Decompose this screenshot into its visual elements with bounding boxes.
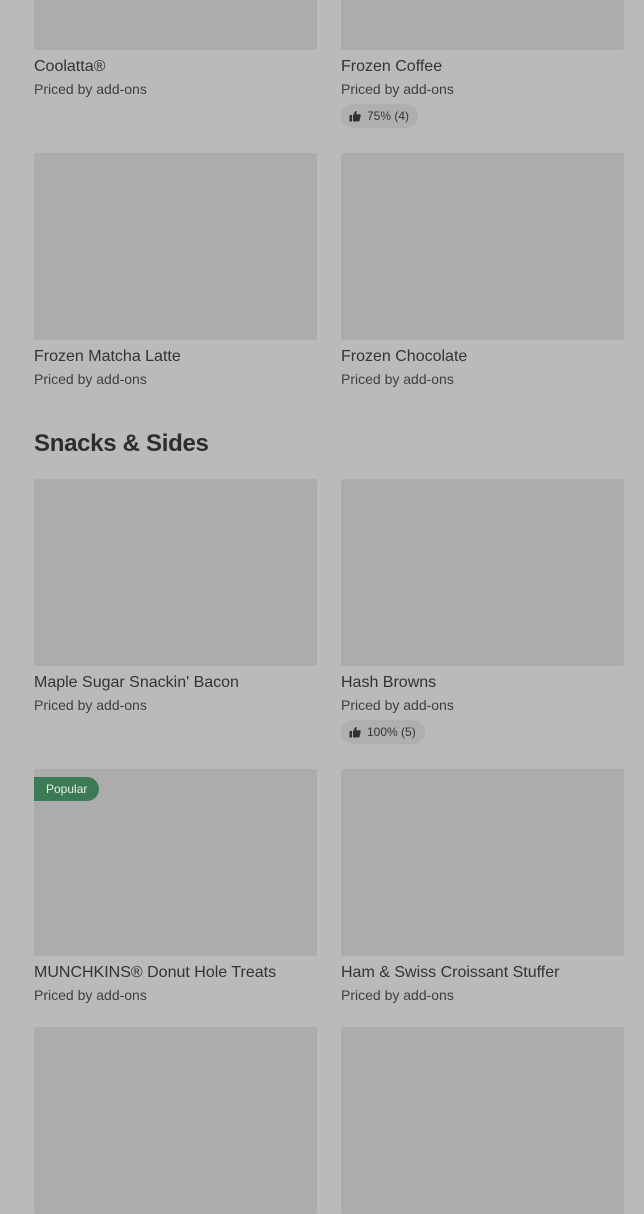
thumbs-up-icon [349,110,361,122]
item-image[interactable]: Popular [34,769,317,956]
popular-badge: Popular [34,777,100,801]
menu-item-card[interactable] [34,1027,317,1214]
menu-item-card[interactable]: Maple Sugar Snackin' Bacon Priced by add… [34,479,317,744]
menu-item-card[interactable]: Hash Browns Priced by add-ons 100% (5) [341,479,624,744]
item-name: Frozen Coffee [341,58,443,75]
thumbs-up-icon [349,726,361,738]
item-price: Priced by add-ons [341,81,454,97]
menu-grid-snacks: Maple Sugar Snackin' Bacon Priced by add… [34,479,624,1214]
item-price: Priced by add-ons [34,697,147,713]
item-image[interactable] [34,479,317,666]
section-title: Snacks & Sides [34,430,209,457]
item-name: Hash Browns [341,674,437,691]
rating-text: 100% (5) [367,725,416,739]
menu-item-card[interactable]: Popular MUNCHKINS® Donut Hole Treats Pri… [34,769,317,1004]
item-name: Maple Sugar Snackin' Bacon [34,674,239,691]
item-price: Priced by add-ons [341,697,454,713]
rating-text: 75% (4) [367,109,410,123]
item-image[interactable] [341,153,624,340]
menu-item-card[interactable]: Ham & Swiss Croissant Stuffer Priced by … [341,769,624,1004]
menu-item-card[interactable] [341,1027,624,1214]
menu-item-card[interactable]: Frozen Coffee Priced by add-ons 75% (4) [341,0,624,128]
item-image[interactable] [34,1027,317,1214]
menu-item-card[interactable]: Frozen Chocolate Priced by add-ons [341,153,624,388]
item-image[interactable] [341,0,624,50]
item-image[interactable] [34,153,317,340]
menu-item-card[interactable]: Coolatta® Priced by add-ons [34,0,317,128]
item-price: Priced by add-ons [341,371,454,387]
item-name: Coolatta® [34,58,106,75]
item-name: Frozen Matcha Latte [34,348,181,365]
item-name: Frozen Chocolate [341,348,468,365]
menu-item-card[interactable]: Frozen Matcha Latte Priced by add-ons [34,153,317,388]
item-image[interactable] [34,0,317,50]
item-image[interactable] [341,479,624,666]
item-name: MUNCHKINS® Donut Hole Treats [34,964,277,981]
rating-pill: 75% (4) [341,104,419,128]
rating-pill: 100% (5) [341,720,425,744]
item-image[interactable] [341,769,624,956]
item-name: Ham & Swiss Croissant Stuffer [341,964,560,981]
item-price: Priced by add-ons [34,987,147,1003]
item-image[interactable] [341,1027,624,1214]
item-price: Priced by add-ons [341,987,454,1003]
item-price: Priced by add-ons [34,371,147,387]
item-price: Priced by add-ons [34,81,147,97]
menu-grid-top: Coolatta® Priced by add-ons Frozen Coffe… [34,0,624,388]
